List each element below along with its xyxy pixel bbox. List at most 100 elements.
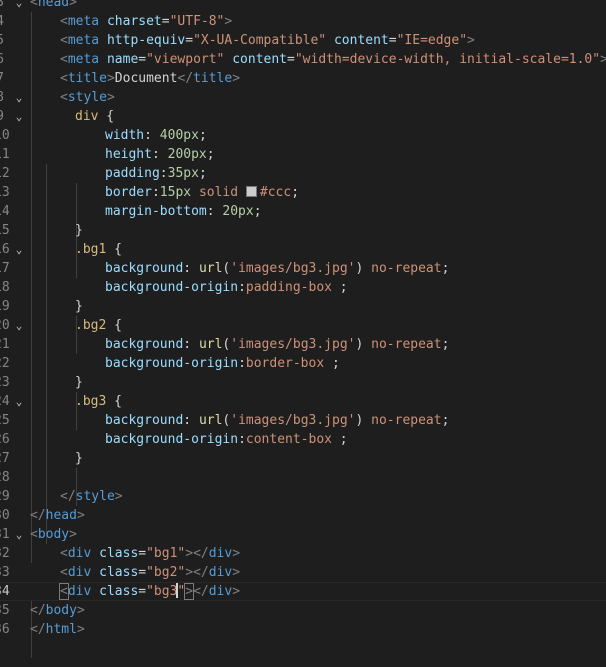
code-text: <div class="bg3"></div> [59, 582, 241, 601]
code-token: > [76, 603, 85, 618]
fold-chevron-icon[interactable]: ⌄ [14, 88, 24, 107]
code-token: { [106, 318, 122, 333]
code-token: ; [441, 413, 450, 428]
code-text: margin-bottom: 20px; [105, 202, 262, 221]
code-text: .bg2 { [75, 316, 122, 335]
matched-bracket: < [59, 583, 69, 600]
code-token: = [138, 546, 147, 561]
code-line[interactable]: 33<div class="bg2"></div> [0, 563, 606, 582]
line-number: 14 [0, 204, 10, 219]
code-token: > [600, 52, 606, 67]
code-token: ; [441, 261, 450, 276]
fold-chevron-icon[interactable]: ⌄ [14, 0, 24, 12]
code-token: ; [331, 280, 348, 295]
code-line[interactable]: 28 [0, 468, 606, 487]
code-line[interactable]: 27} [0, 449, 606, 468]
code-line[interactable]: 18 background-origin:padding-box ; [0, 278, 606, 297]
code-line[interactable]: 8 ⌄ <style> [0, 88, 606, 107]
fold-chevron-icon[interactable]: ⌄ [14, 392, 24, 411]
code-token: div [75, 109, 99, 124]
code-line[interactable]: 36 </html> [0, 620, 606, 639]
code-line[interactable]: 17 background: url('images/bg3.jpg') no-r… [0, 259, 606, 278]
code-token: class [99, 565, 139, 580]
code-line[interactable]: 20 ⌄ .bg2 { [0, 316, 606, 335]
code-token: } [75, 299, 83, 314]
code-token: { [106, 242, 122, 257]
code-token: #ccc [259, 185, 292, 200]
code-text: } [75, 221, 83, 240]
code-text: <div class="bg2"></div> [60, 563, 240, 582]
code-token: { [106, 394, 122, 409]
line-number: 21 [0, 337, 10, 352]
code-token: background [105, 261, 184, 276]
code-token: body [37, 527, 70, 542]
code-line[interactable]: 13 border:15px solid #ccc; [0, 183, 606, 202]
code-token: < [60, 52, 68, 67]
code-token: : [144, 128, 160, 143]
code-token: : [183, 337, 199, 352]
code-line[interactable]: 14 margin-bottom: 20px; [0, 202, 606, 221]
code-line[interactable]: 32<div class="bg1"></div> [0, 544, 606, 563]
code-line[interactable]: 16 ⌄ .bg1 { [0, 240, 606, 259]
code-line[interactable]: 4 <meta charset="UTF-8"> [0, 12, 606, 31]
color-swatch-icon[interactable] [245, 186, 257, 197]
code-token: 200px [167, 147, 207, 162]
code-token: head [45, 508, 77, 523]
code-token: </ [60, 489, 76, 504]
code-text: background-origin:content-box ; [105, 430, 348, 449]
code-line[interactable]: 30 </head> [0, 506, 606, 525]
code-text: </style> [60, 487, 123, 506]
code-token: { [98, 109, 115, 124]
code-text: } [75, 449, 83, 468]
code-line[interactable]: 7 <title>Document</title> [0, 69, 606, 88]
code-token: </ [177, 71, 194, 86]
code-token: : [151, 185, 160, 200]
fold-chevron-icon[interactable]: ⌄ [14, 240, 24, 259]
code-token: : [206, 204, 223, 219]
fold-chevron-icon[interactable]: ⌄ [14, 316, 24, 335]
code-token: height [105, 147, 152, 162]
code-token: style [67, 90, 107, 105]
code-token: class [99, 584, 139, 599]
code-line[interactable]: 12 padding:35px; [0, 164, 606, 183]
code-line[interactable]: 24 ⌄ .bg3 { [0, 392, 606, 411]
line-number: 36 [0, 622, 10, 637]
line-number: 23 [0, 375, 10, 390]
code-line[interactable]: 19} [0, 297, 606, 316]
code-line[interactable]: 35 </body> [0, 601, 606, 620]
code-line[interactable]: 6 <meta name="viewport" content="width=de… [0, 50, 606, 69]
code-token: ; [441, 337, 450, 352]
code-line[interactable]: 21 background: url('images/bg3.jpg') no-r… [0, 335, 606, 354]
line-number: 24 [0, 394, 10, 409]
line-number: 19 [0, 299, 10, 314]
code-token: padding [105, 166, 160, 181]
line-number: 10 [0, 128, 10, 143]
code-token: style [75, 489, 115, 504]
code-line[interactable]: 5 <meta http-equiv="X-UA-Compatible" cont… [0, 31, 606, 50]
code-token: > [232, 584, 241, 599]
code-text: div { [75, 107, 114, 126]
code-token: border [105, 185, 152, 200]
code-editor[interactable]: 3 ⌄ <head> 4 <meta charset="UTF-8"> 5 <meta ht… [0, 0, 606, 667]
code-line[interactable]: 26 background-origin:content-box ; [0, 430, 606, 449]
code-text: <style> [60, 88, 115, 107]
code-line[interactable]: 15} [0, 221, 606, 240]
code-line[interactable]: 34<div class="bg3"></div> [0, 582, 606, 601]
code-line[interactable]: 25 background: url('images/bg3.jpg') no-r… [0, 411, 606, 430]
code-line[interactable]: 9 ⌄ div { [0, 107, 606, 126]
code-line[interactable]: 3 ⌄ <head> [0, 0, 606, 12]
code-token: div [67, 565, 92, 580]
fold-chevron-icon[interactable]: ⌄ [14, 107, 24, 126]
code-line[interactable]: 29 </style> [0, 487, 606, 506]
code-line[interactable]: 10 width: 400px; [0, 126, 606, 145]
code-token: > [232, 565, 241, 580]
code-token: : [238, 280, 246, 295]
fold-chevron-icon[interactable]: ⌄ [14, 525, 24, 544]
code-line[interactable]: 23} [0, 373, 606, 392]
code-token: content-box [245, 432, 332, 447]
code-line[interactable]: 31 ⌄ <body> [0, 525, 606, 544]
code-line[interactable]: 22 background-origin:border-box ; [0, 354, 606, 373]
code-line[interactable]: 11 height: 200px; [0, 145, 606, 164]
code-token: background-origin [105, 280, 239, 295]
